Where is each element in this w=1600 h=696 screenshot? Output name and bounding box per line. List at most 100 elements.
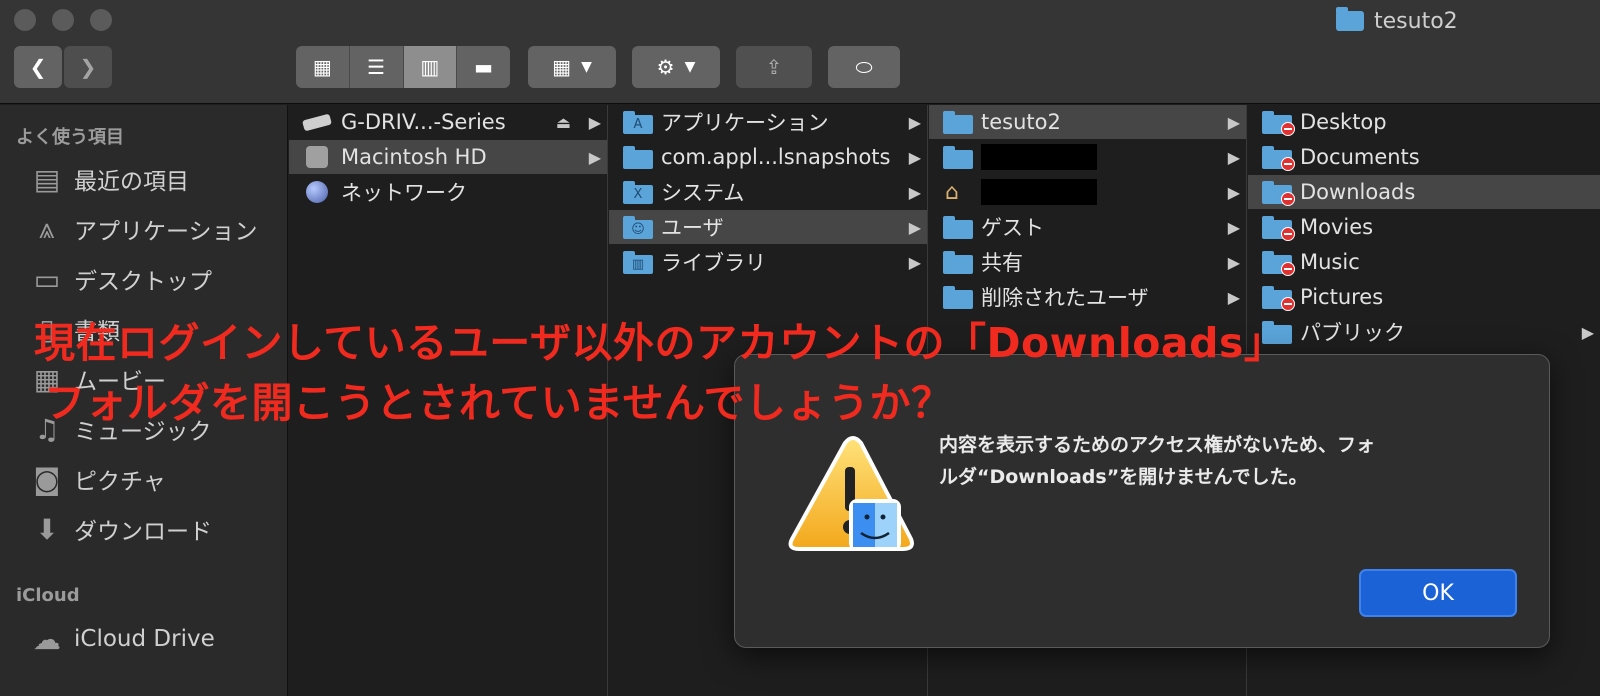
chevron-right-icon: ▶ (1227, 217, 1240, 237)
system-folder-icon: X (623, 180, 653, 204)
list-item-music[interactable]: Music (1248, 245, 1600, 279)
list-item-label: Pictures (1300, 285, 1384, 309)
list-item-downloads[interactable]: Downloads (1248, 175, 1600, 209)
ok-button[interactable]: OK (1359, 569, 1517, 617)
folder-icon (943, 215, 973, 239)
users-folder-icon: ☺ (623, 215, 653, 239)
restricted-folder-icon (1262, 215, 1295, 241)
folder-icon (943, 145, 973, 169)
list-item-shared[interactable]: 共有 ▶ (929, 245, 1246, 279)
list-item-movies[interactable]: Movies (1248, 210, 1600, 244)
view-mode-segmented-control: ▦ ☰ ▥ ▬ (296, 46, 510, 88)
gallery-view-button[interactable]: ▬ (457, 46, 510, 88)
sidebar-item-recents[interactable]: ▤ 最近の項目 (30, 159, 189, 199)
sidebar-item-downloads[interactable]: ⬇ ダウンロード (30, 509, 212, 549)
list-icon: ☰ (367, 55, 386, 79)
chevron-right-icon: ▶ (1227, 182, 1240, 202)
list-item-desktop[interactable]: Desktop (1248, 105, 1600, 139)
dialog-message-line: ルダ“Downloads”を開けませんでした。 (939, 466, 1308, 488)
action-menu-button[interactable]: ⚙ ▼ (632, 46, 720, 88)
sidebar-item-applications[interactable]: ⩓ アプリケーション (30, 209, 257, 249)
desktop-icon: ▭ (33, 262, 61, 296)
list-item-g-drive[interactable]: G-DRIV...-Series ⏏ ▶ (289, 105, 607, 139)
chevron-down-icon: ▼ (581, 59, 592, 75)
list-item-tesuto2[interactable]: tesuto2 ▶ (929, 105, 1246, 139)
list-item-label: ライブラリ (661, 251, 766, 275)
hard-disk-icon (303, 145, 333, 169)
restricted-folder-icon (1262, 180, 1295, 206)
list-item-redacted-home[interactable]: ⌂ ▶ (929, 175, 1246, 209)
applications-folder-icon: A (623, 110, 653, 134)
sidebar-icloud-header: iCloud (16, 585, 80, 606)
icon-view-button[interactable]: ▦ (296, 46, 350, 88)
chevron-right-icon: ❯ (79, 55, 97, 79)
restricted-folder-icon (1262, 110, 1295, 136)
list-item-label: com.appl...lsnapshots (661, 145, 891, 169)
chevron-left-icon: ❮ (29, 55, 47, 79)
list-item-label: システム (661, 181, 745, 205)
restricted-folder-icon (1262, 250, 1295, 276)
dialog-message: 内容を表示するためのアクセス権がないため、フォ ルダ“Downloads”を開け… (939, 429, 1499, 493)
list-item-label: G-DRIV...-Series (341, 110, 506, 134)
list-item-label: Movies (1300, 215, 1374, 239)
list-item-guest[interactable]: ゲスト ▶ (929, 210, 1246, 244)
list-item-library[interactable]: ▥ ライブラリ ▶ (609, 245, 927, 279)
chevron-right-icon: ▶ (908, 147, 921, 167)
recents-icon: ▤ (33, 162, 61, 196)
list-item-label: Music (1300, 250, 1360, 274)
sidebar-item-label: 最近の項目 (74, 169, 189, 195)
list-item-macintosh-hd[interactable]: Macintosh HD ▶ (289, 140, 607, 174)
warning-icon (783, 435, 923, 565)
list-item-applications[interactable]: A アプリケーション ▶ (609, 105, 927, 139)
share-button[interactable]: ⇪ (736, 46, 812, 88)
eject-icon[interactable]: ⏏ (556, 113, 571, 132)
sidebar-item-pictures[interactable]: ◙ ピクチャ (30, 459, 165, 499)
list-item-redacted-user[interactable]: ▶ (929, 140, 1246, 174)
list-item-system[interactable]: X システム ▶ (609, 175, 927, 209)
applications-icon: ⩓ (39, 212, 55, 245)
chevron-right-icon: ▶ (908, 112, 921, 132)
minimize-window-button[interactable] (52, 9, 74, 31)
folder-icon (623, 145, 653, 169)
column-view-button[interactable]: ▥ (403, 46, 458, 88)
cloud-icon: ☁ (33, 622, 61, 656)
caption-line: フォルダを開こうとされていませんでしょうか？ (44, 379, 953, 427)
chevron-right-icon: ▶ (1227, 287, 1240, 307)
sidebar-item-label: iCloud Drive (74, 626, 215, 652)
list-view-button[interactable]: ☰ (350, 46, 404, 88)
finder-window: tesuto2 ❮ ❯ ▦ ☰ ▥ ▬ ▦ ▼ ⚙ ▼ ⇪ ⬭ よく使う項目 ▤… (0, 0, 1600, 696)
list-item-label: アプリケーション (661, 111, 829, 135)
list-item-label: ネットワーク (341, 181, 467, 205)
sidebar-item-desktop[interactable]: ▭ デスクトップ (30, 259, 212, 299)
sidebar-item-icloud-drive[interactable]: ☁ iCloud Drive (30, 619, 215, 659)
list-item-label: 共有 (981, 251, 1023, 275)
list-item-deleted-users[interactable]: 削除されたユーザ ▶ (929, 280, 1246, 314)
list-item-label: Documents (1300, 145, 1420, 169)
zoom-window-button[interactable] (90, 9, 112, 31)
chevron-right-icon: ▶ (908, 182, 921, 202)
list-item-label: tesuto2 (981, 110, 1061, 134)
back-button[interactable]: ❮ (14, 46, 62, 88)
group-by-button[interactable]: ▦ ▼ (528, 46, 616, 88)
forward-button[interactable]: ❯ (64, 46, 112, 88)
list-item-pictures[interactable]: Pictures (1248, 280, 1600, 314)
restricted-folder-icon (1262, 285, 1295, 311)
list-item-snapshots[interactable]: com.appl...lsnapshots ▶ (609, 140, 927, 174)
list-item-documents[interactable]: Documents (1248, 140, 1600, 174)
redaction-box (981, 144, 1097, 170)
list-item-label: ユーザ (661, 216, 724, 240)
redaction-box (981, 179, 1097, 205)
list-item-network[interactable]: ネットワーク (289, 175, 607, 209)
chevron-right-icon: ▶ (908, 252, 921, 272)
dialog-message-line: 内容を表示するためのアクセス権がないため、フォ (939, 434, 1376, 456)
grid-icon: ▦ (312, 55, 332, 79)
tags-button[interactable]: ⬭ (828, 46, 900, 88)
window-title: tesuto2 (1336, 6, 1458, 36)
downloads-icon: ⬇ (35, 512, 59, 546)
group-grid-icon: ▦ (552, 55, 572, 79)
gear-icon: ⚙ (656, 55, 675, 79)
close-window-button[interactable] (14, 9, 36, 31)
network-icon (303, 180, 333, 204)
list-item-users[interactable]: ☺ ユーザ ▶ (609, 210, 927, 244)
restricted-folder-icon (1262, 145, 1295, 171)
